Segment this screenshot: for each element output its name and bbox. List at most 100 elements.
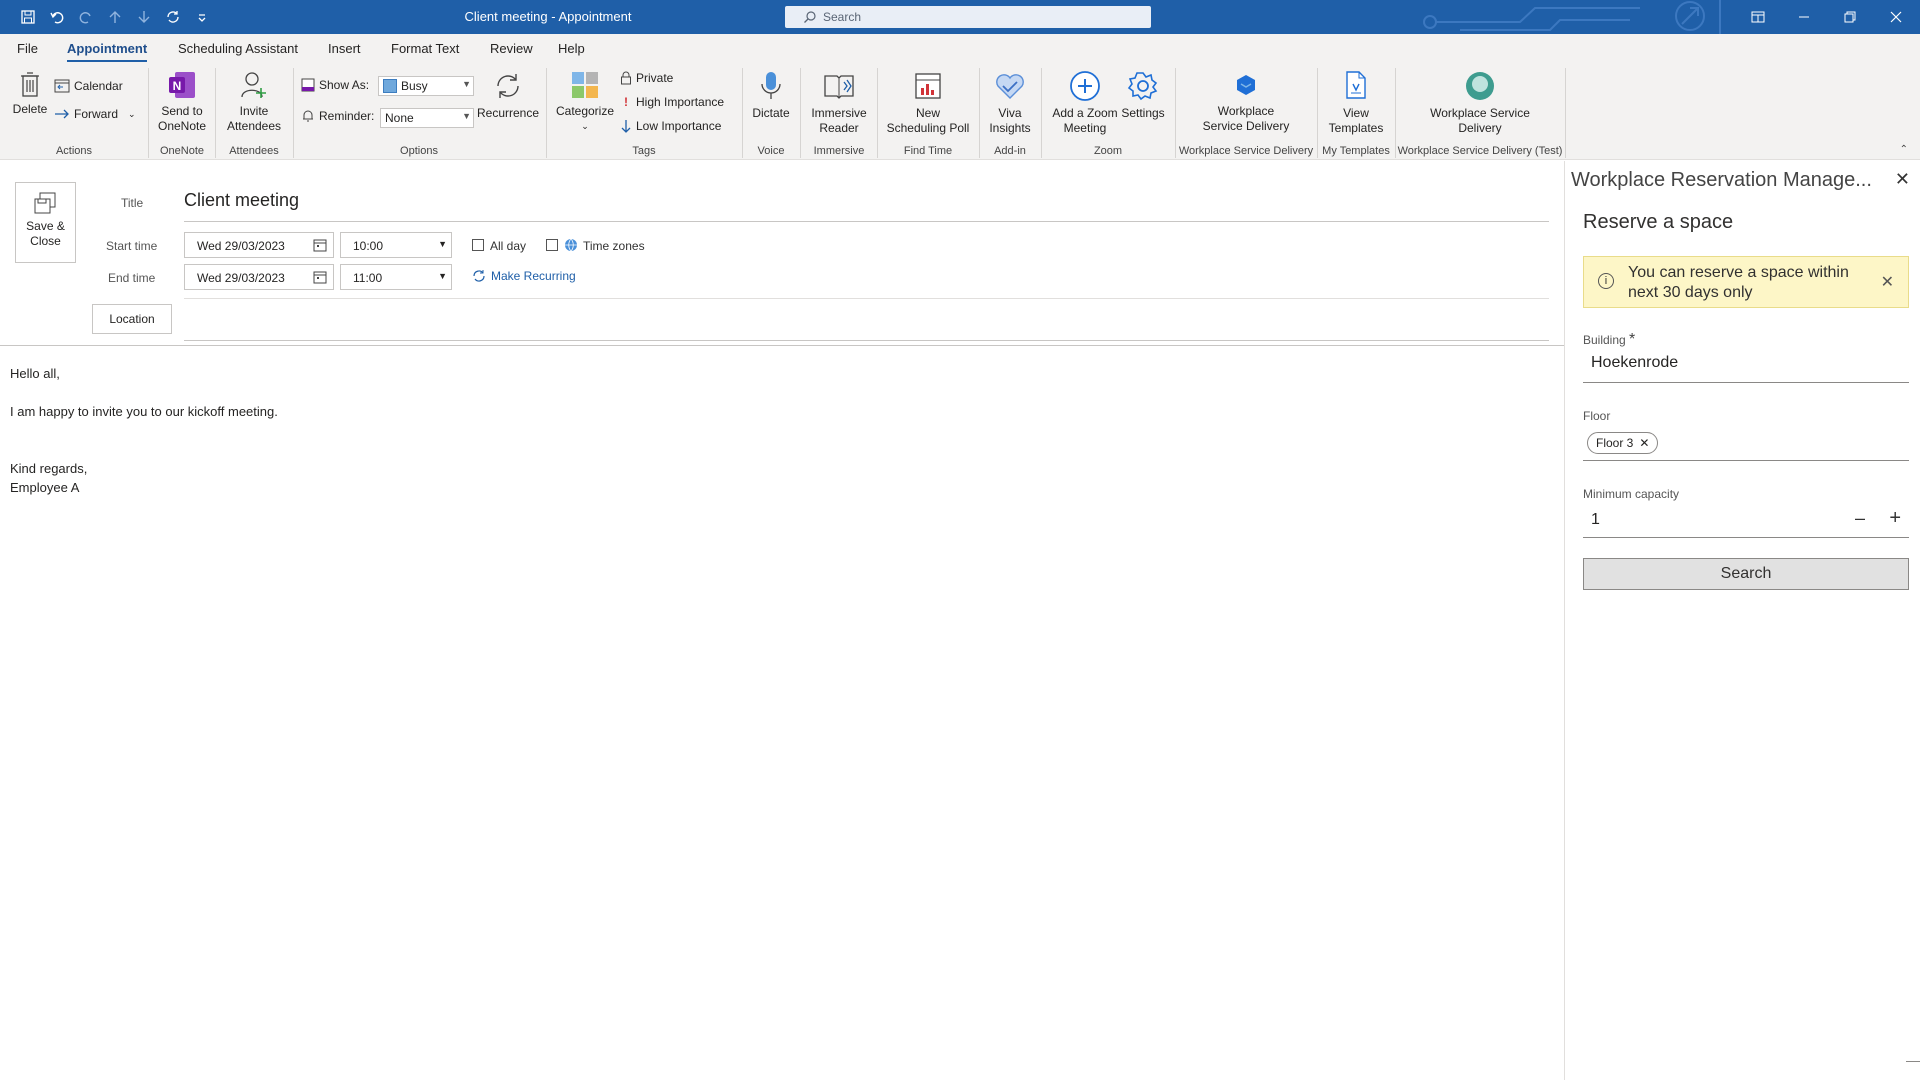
title-input[interactable]: Client meeting [184,190,299,211]
floor-input[interactable]: Floor 3 ✕ [1583,427,1909,461]
search-box[interactable]: Search [785,6,1151,28]
close-window-icon[interactable] [1873,0,1919,34]
calendar-label: Calendar [74,79,123,93]
calendar-icon [54,79,70,93]
restore-icon[interactable] [1827,0,1873,34]
workplace-service-delivery-button[interactable]: Workplace Service Delivery [1178,70,1314,134]
floor-chip-label: Floor 3 [1596,436,1634,450]
appointment-form: Save & Close Title Client meeting Start … [0,161,1564,345]
send-to-onenote-button[interactable]: N Send to OneNote [152,70,212,134]
templates-label-2: Templates [1328,121,1384,135]
make-recurring-link[interactable]: Make Recurring [472,269,576,283]
start-time-label: Start time [106,239,158,253]
tab-file[interactable]: File [17,41,38,56]
divider [184,298,1549,299]
categorize-button[interactable]: Categorize ⌄ [550,70,620,134]
invite-label-2: Attendees [226,119,282,133]
body-line: I am happy to invite you to our kickoff … [10,404,278,419]
close-icon[interactable]: ✕ [1895,169,1910,190]
remove-chip-icon[interactable]: ✕ [1639,436,1649,450]
pane-heading: Reserve a space [1583,211,1734,233]
all-day-label: All day [490,239,527,253]
group-label-actions: Actions [55,145,93,157]
start-date-field[interactable]: Wed 29/03/2023 [184,232,334,258]
ribbon-display-icon[interactable] [1735,0,1781,34]
chevron-down-icon: ▼ [462,79,471,89]
calendar-button[interactable]: Calendar [54,78,123,94]
low-importance-button[interactable]: Low Importance [620,119,721,133]
end-time-field[interactable]: 11:00 ▼ [340,264,452,290]
ribbon-separator [1565,68,1566,158]
low-importance-label: Low Importance [636,119,722,133]
immersive-reader-button[interactable]: Immersive Reader [804,70,874,136]
tab-appointment[interactable]: Appointment [67,41,148,62]
view-templates-button[interactable]: View Templates [1320,70,1392,136]
invite-attendees-button[interactable]: Invite Attendees [220,70,288,134]
required-asterisk-icon: * [1629,331,1636,348]
tab-scheduling-assistant[interactable]: Scheduling Assistant [178,41,298,56]
tab-format-text[interactable]: Format Text [391,41,459,56]
all-day-checkbox[interactable] [472,239,484,251]
tab-review[interactable]: Review [490,41,533,56]
dismiss-alert-icon[interactable]: ✕ [1881,272,1894,292]
microphone-icon [761,72,781,99]
body-line [10,421,278,440]
high-importance-button[interactable]: ! High Importance [620,95,724,109]
new-scheduling-poll-button[interactable]: New Scheduling Poll [880,70,976,136]
calendar-icon[interactable] [313,238,327,252]
menu-bar: File Appointment Scheduling Assistant In… [0,34,1920,64]
capacity-stepper[interactable]: 1 – + [1583,506,1909,538]
reservation-pane: Workplace Reservation Manage... ✕ Reserv… [1564,161,1920,1080]
body-line [10,383,278,402]
decorative-circuit-pattern [1423,0,1721,34]
private-button[interactable]: Private [620,71,673,85]
save-close-button[interactable]: Save & Close [15,182,76,263]
show-as-select[interactable]: Busy ▼ [378,76,474,96]
new-poll-label-2: Scheduling Poll [886,121,970,135]
tab-insert[interactable]: Insert [328,41,361,56]
floor-chip: Floor 3 ✕ [1587,432,1659,454]
location-input[interactable] [184,304,1549,334]
title-underline [184,221,1549,222]
add-zoom-meeting-button[interactable]: Add a Zoom Meeting [1045,70,1125,136]
dictate-button[interactable]: Dictate [746,70,796,121]
search-placeholder: Search [823,10,862,24]
time-zones-checkbox[interactable] [546,239,558,251]
resize-handle[interactable] [1906,1061,1920,1062]
new-poll-label-1: New [915,106,940,120]
forward-button[interactable]: Forward ⌄ [54,107,136,121]
end-time-value: 11:00 [353,271,383,285]
collapse-ribbon-icon[interactable]: ⌃ [1900,144,1908,155]
increment-icon[interactable]: + [1889,507,1901,530]
make-recurring-label: Make Recurring [491,269,576,283]
message-body[interactable]: Hello all, I am happy to invite you to o… [10,364,278,497]
recurrence-icon [497,74,519,98]
save-close-label-2: Close [30,234,61,248]
chevron-down-icon: ▼ [462,111,471,121]
recurrence-button[interactable]: Recurrence [475,70,541,121]
end-date-field[interactable]: Wed 29/03/2023 [184,264,334,290]
title-label: Title [121,196,144,210]
location-underline [184,340,1549,341]
search-button[interactable]: Search [1583,558,1909,590]
gear-icon [1127,72,1158,101]
minimize-icon[interactable] [1781,0,1827,34]
forward-arrow-icon [55,109,69,119]
high-importance-label: High Importance [636,95,725,109]
end-time-label: End time [108,271,156,285]
tab-help[interactable]: Help [558,41,585,56]
building-input[interactable]: Hoekenrode [1583,349,1909,383]
viva-label-2: Insights [989,121,1031,135]
workplace-service-delivery-test-button[interactable]: Workplace Service Delivery [1398,70,1562,136]
delete-button[interactable]: Delete [10,70,50,117]
group-label-wsd: Workplace Service Delivery [1178,145,1314,157]
start-time-field[interactable]: 10:00 ▼ [340,232,452,258]
settings-button[interactable]: Settings [1120,70,1166,121]
forward-label: Forward [74,107,119,121]
save-close-label-1: Save & [26,219,65,233]
decrement-icon[interactable]: – [1855,508,1865,529]
calendar-icon[interactable] [313,270,327,284]
location-button[interactable]: Location [92,304,172,334]
viva-insights-button[interactable]: Viva Insights [983,70,1037,136]
reminder-select[interactable]: None ▼ [380,108,474,128]
